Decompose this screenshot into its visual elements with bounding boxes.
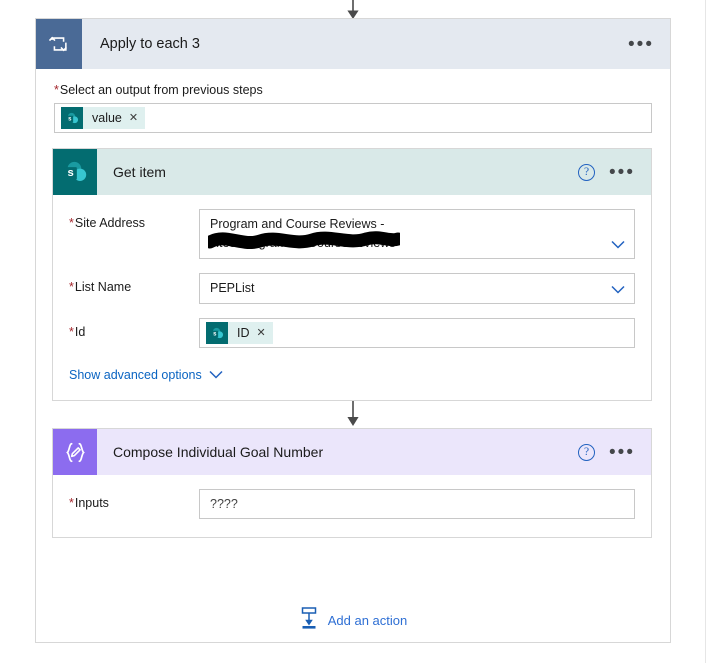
id-token-remove-icon[interactable]: ✕ <box>257 327 266 339</box>
apply-to-each-menu-button[interactable]: ••• <box>628 35 654 54</box>
show-advanced-options-link[interactable]: Show advanced options <box>69 368 223 382</box>
help-icon[interactable]: ? <box>578 443 596 461</box>
foreach-loop-icon <box>36 19 82 69</box>
compose-header[interactable]: Compose Individual Goal Number ? ••• <box>53 429 651 475</box>
get-item-header-actions: ? ••• <box>578 149 651 195</box>
required-asterisk: * <box>69 325 74 339</box>
get-item-title: Get item <box>113 164 166 180</box>
inputs-label: *Inputs <box>69 489 199 510</box>
compose-title: Compose Individual Goal Number <box>113 444 324 460</box>
select-output-input[interactable]: s value ✕ <box>54 103 652 133</box>
select-output-label-text: Select an output from previous steps <box>59 83 263 97</box>
apply-to-each-header-actions: ••• <box>628 19 670 69</box>
inputs-input[interactable]: ???? <box>199 489 635 519</box>
id-row: *Id s ID ✕ <box>53 318 651 348</box>
get-item-card: s Get item ? ••• *Site Address Program a… <box>52 148 652 401</box>
inputs-value: ???? <box>210 497 238 511</box>
compose-icon <box>53 429 97 475</box>
id-label: *Id <box>69 318 199 339</box>
required-asterisk: * <box>69 496 74 510</box>
apply-to-each-header[interactable]: Apply to each 3 ••• <box>36 19 670 69</box>
apply-to-each-body: *Select an output from previous steps s … <box>36 69 670 133</box>
get-item-body: *Site Address Program and Course Reviews… <box>53 195 651 400</box>
advanced-chevron-down-icon <box>209 368 223 382</box>
get-item-menu-button[interactable]: ••• <box>609 163 635 182</box>
value-token[interactable]: s value ✕ <box>61 107 146 129</box>
required-asterisk: * <box>69 280 74 294</box>
get-item-header[interactable]: s Get item ? ••• <box>53 149 651 195</box>
add-action-icon <box>299 607 319 634</box>
site-address-label-text: Site Address <box>74 216 146 230</box>
compose-menu-button[interactable]: ••• <box>609 443 635 462</box>
list-name-label-text: List Name <box>74 280 132 294</box>
list-name-value: PEPList <box>210 281 255 295</box>
inputs-row: *Inputs ???? <box>53 489 651 519</box>
show-advanced-options-label: Show advanced options <box>69 368 202 382</box>
list-name-combobox[interactable]: PEPList <box>199 273 635 304</box>
help-icon[interactable]: ? <box>578 163 596 181</box>
value-token-remove-icon[interactable]: ✕ <box>129 112 138 124</box>
sharepoint-icon: s <box>53 149 97 195</box>
compose-body: *Inputs ???? <box>53 475 651 537</box>
svg-text:s: s <box>67 167 73 179</box>
site-address-label: *Site Address <box>69 209 199 230</box>
inputs-label-text: Inputs <box>74 496 109 510</box>
list-name-chevron-down-icon[interactable] <box>610 281 626 297</box>
compose-header-actions: ? ••• <box>578 429 651 475</box>
add-action-label[interactable]: Add an action <box>328 613 408 628</box>
apply-to-each-title: Apply to each 3 <box>100 36 200 52</box>
sharepoint-icon: s <box>206 322 228 344</box>
required-asterisk: * <box>54 83 59 97</box>
id-token[interactable]: s ID ✕ <box>206 322 273 344</box>
sharepoint-icon: s <box>61 107 83 129</box>
site-address-row: *Site Address Program and Course Reviews… <box>53 209 651 259</box>
flow-designer-canvas: Apply to each 3 ••• *Select an output fr… <box>0 0 706 663</box>
value-token-label: value <box>92 111 122 125</box>
list-name-label: *List Name <box>69 273 199 294</box>
id-label-text: Id <box>74 325 86 339</box>
arrow-into-loop <box>0 0 706 20</box>
compose-card: Compose Individual Goal Number ? ••• *In… <box>52 428 652 538</box>
list-name-row: *List Name PEPList <box>53 273 651 304</box>
id-token-label: ID <box>237 326 250 340</box>
select-output-label: *Select an output from previous steps <box>54 83 652 97</box>
site-address-value: Program and Course Reviews - sites/Progr… <box>210 217 396 250</box>
site-address-chevron-down-icon[interactable] <box>610 236 626 252</box>
site-address-combobox[interactable]: Program and Course Reviews - sites/Progr… <box>199 209 635 259</box>
add-an-action[interactable]: Add an action <box>36 607 670 634</box>
id-input[interactable]: s ID ✕ <box>199 318 635 348</box>
required-asterisk: * <box>69 216 74 230</box>
